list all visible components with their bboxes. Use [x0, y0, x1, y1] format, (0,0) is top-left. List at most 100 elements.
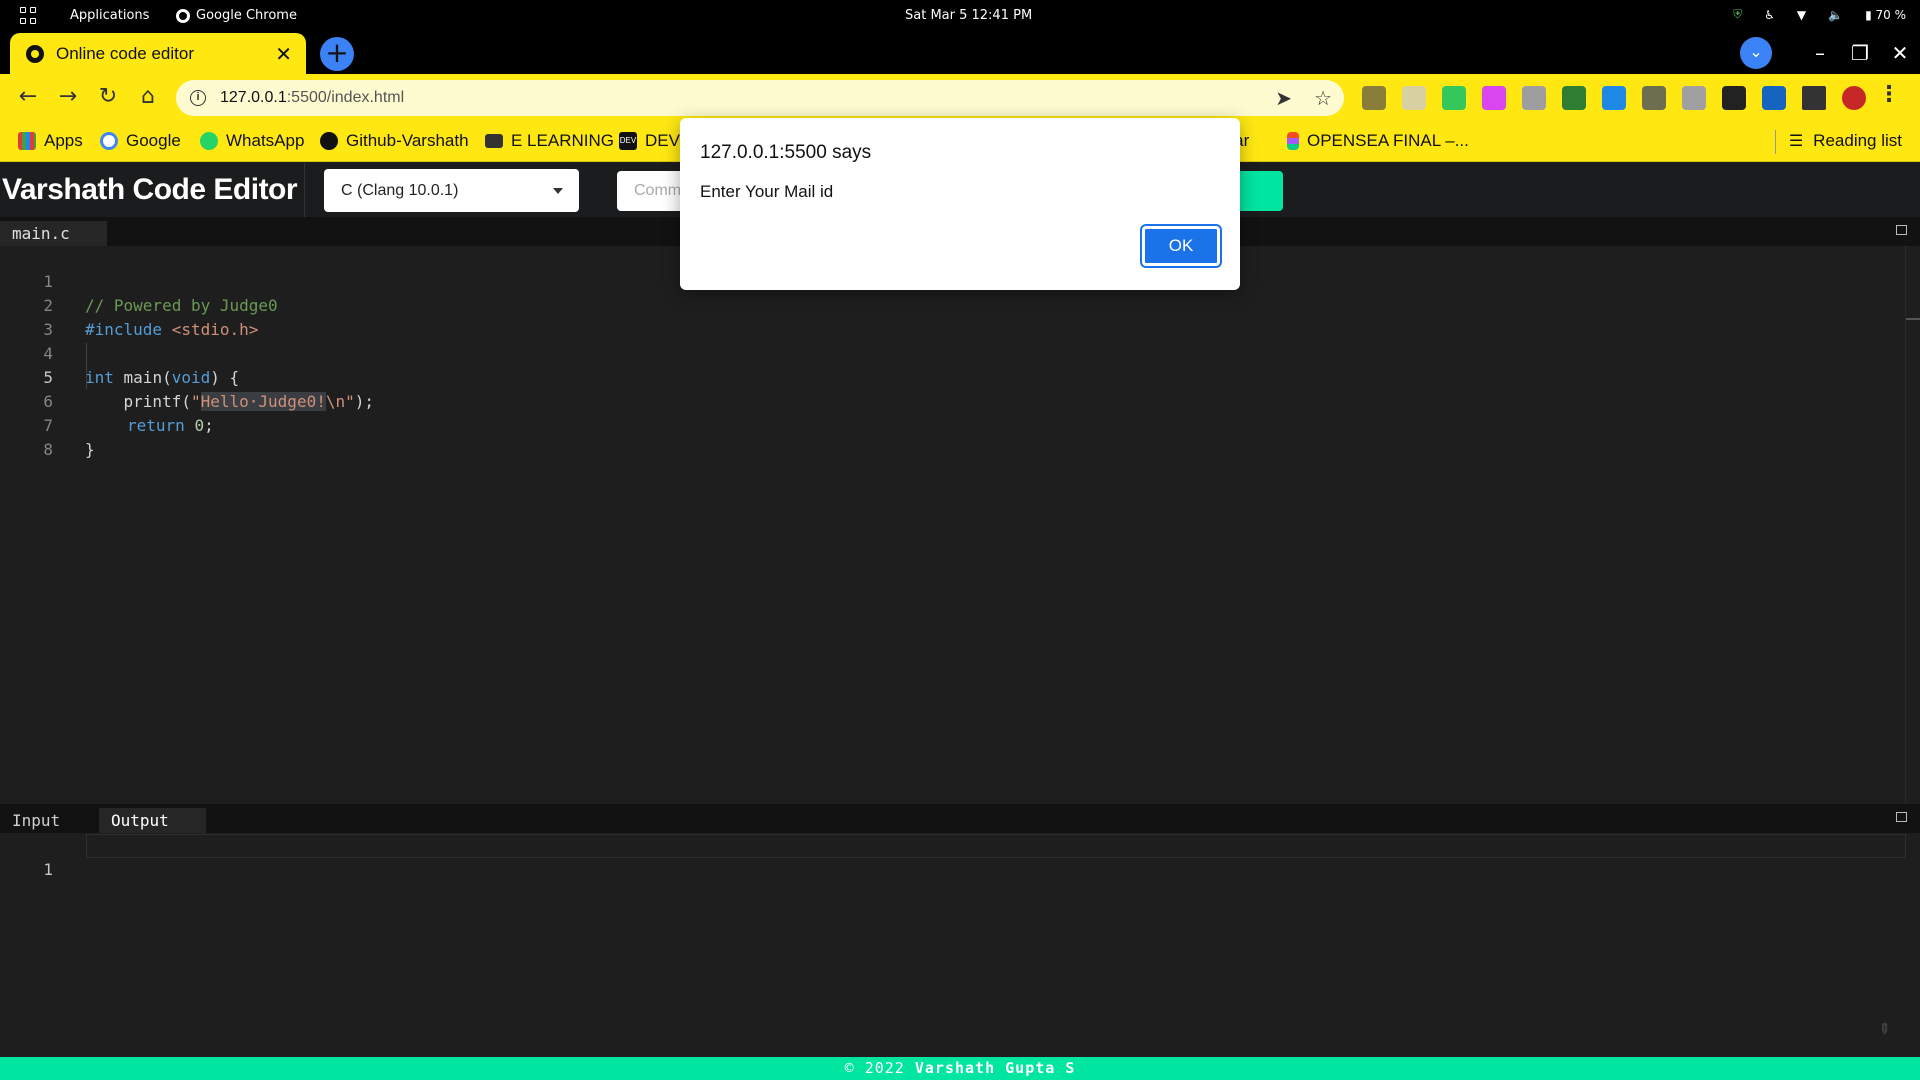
line-content: int main(void) {	[85, 366, 239, 390]
browser-toolbar: ← → ↻ ⌂ i 127.0.0.1:5500/index.html ➤ ☆ …	[0, 74, 1920, 122]
bookmark-google[interactable]: Google	[100, 131, 181, 151]
reading-list-label: Reading list	[1813, 131, 1902, 150]
line-content: printf("Hello·Judge0!\n");	[85, 390, 374, 414]
home-button[interactable]: ⌂	[134, 84, 162, 109]
ok-button[interactable]: OK	[1140, 224, 1222, 268]
string-token: "	[190, 392, 201, 411]
clock[interactable]: Sat Mar 5 12:41 PM	[905, 8, 1032, 23]
window-controls: ⌄ – ❐ ✕	[1740, 31, 1920, 74]
extension-terminal-icon[interactable]	[1642, 86, 1666, 110]
browser-tab-active[interactable]: Online code editor ✕	[10, 33, 306, 74]
app-title: Varshath Code Editor	[2, 173, 298, 206]
forward-button[interactable]: →	[54, 84, 82, 109]
close-window-icon[interactable]: ✕	[1880, 41, 1920, 65]
bookmark-whatsapp[interactable]: WhatsApp	[200, 131, 304, 151]
new-tab-button[interactable]: +	[320, 37, 354, 71]
github-icon	[320, 132, 338, 150]
bookmark-dev[interactable]: DEV DEV	[619, 131, 680, 151]
restore-icon[interactable]: ❐	[1840, 41, 1880, 65]
editor-scrollbar[interactable]	[1905, 246, 1906, 804]
keyword-token: #include	[85, 320, 163, 339]
tab-output[interactable]: Output	[99, 808, 206, 833]
extension-p-icon[interactable]	[1762, 86, 1786, 110]
bookmark-opensea[interactable]: OPENSEA FINAL –...	[1287, 131, 1469, 151]
extension-paint-icon[interactable]	[1482, 86, 1506, 110]
string-token: \n"	[325, 392, 355, 411]
tab-search-button[interactable]: ⌄	[1740, 36, 1772, 69]
shield-icon[interactable]: ⛨	[1733, 7, 1742, 22]
maximize-icon[interactable]	[1896, 225, 1907, 235]
dialog-title: 127.0.0.1:5500 says	[700, 142, 872, 163]
maximize-io-icon[interactable]	[1896, 812, 1907, 822]
accessibility-icon[interactable]: ♿	[1764, 8, 1775, 22]
number-token: 0	[194, 416, 205, 435]
reading-list-button[interactable]: ☰ Reading list	[1789, 131, 1902, 151]
bookmark-label: OPENSEA FINAL –...	[1307, 131, 1469, 150]
extension-gear-icon[interactable]	[1682, 86, 1706, 110]
extension-check-icon[interactable]	[1722, 86, 1746, 110]
scrollbar-marker	[1906, 318, 1920, 320]
tab-favicon-icon	[26, 44, 44, 63]
reload-button[interactable]: ↻	[94, 84, 122, 109]
active-app-indicator[interactable]: Google Chrome	[176, 8, 297, 23]
address-bar[interactable]: i 127.0.0.1:5500/index.html ➤ ☆	[176, 80, 1344, 116]
bookmark-label: Github-Varshath	[346, 131, 469, 150]
wifi-icon[interactable]: ▼	[1797, 8, 1806, 22]
bookmark-label: WhatsApp	[226, 131, 305, 150]
app-grid-icon[interactable]	[20, 7, 38, 25]
dialog-message: Enter Your Mail id	[700, 182, 834, 201]
indent-guide	[86, 343, 87, 389]
battery-percent: 70 %	[1875, 7, 1907, 22]
output-line: 1	[0, 834, 53, 879]
io-tab-bar: Input Output	[0, 804, 1920, 833]
language-select[interactable]: C (Clang 10.0.1)	[324, 169, 579, 212]
browser-menu-icon[interactable]: ⋮	[1878, 82, 1900, 107]
reading-list-icon: ☰	[1788, 133, 1804, 150]
line-number: 8	[43, 440, 53, 459]
tab-strip: Online code editor ✕ + ⌄ – ❐ ✕	[0, 31, 1920, 74]
language-select-value: C (Clang 10.0.1)	[341, 181, 459, 199]
site-info-icon[interactable]: i	[190, 90, 206, 106]
keyword-token: int	[85, 368, 114, 387]
extension-mail-icon[interactable]	[1402, 86, 1426, 110]
tab-main-c[interactable]: main.c	[0, 221, 107, 246]
extensions-puzzle-icon[interactable]	[1802, 86, 1826, 110]
bookmark-github[interactable]: Github-Varshath	[320, 131, 469, 151]
code-line: 2 #include <stdio.h>	[0, 270, 258, 339]
extension-fi-icon[interactable]	[1602, 86, 1626, 110]
close-tab-icon[interactable]: ✕	[275, 42, 292, 67]
bookmark-apps[interactable]: Apps	[18, 131, 83, 151]
volume-icon[interactable]: 🔈	[1828, 8, 1843, 22]
code-line: 7 }	[0, 390, 94, 459]
extension-eyedropper-icon[interactable]	[1362, 86, 1386, 110]
apps-grid-icon	[18, 132, 36, 150]
applications-menu[interactable]: Applications	[70, 8, 149, 23]
output-editor[interactable]: 1 ✎	[0, 833, 1920, 1057]
whatsapp-icon	[200, 132, 218, 150]
code-line: 3	[0, 294, 53, 339]
tab-input[interactable]: Input	[0, 808, 98, 833]
minimize-icon[interactable]: –	[1800, 41, 1840, 65]
plain-token: printf(	[85, 392, 191, 411]
extension-camera-icon[interactable]	[1522, 86, 1546, 110]
google-icon	[100, 132, 118, 150]
os-top-bar: Applications Google Chrome Sat Mar 5 12:…	[0, 0, 1920, 31]
folder-icon	[485, 134, 503, 148]
keyword-token: void	[171, 368, 211, 387]
bookmark-elearning[interactable]: E LEARNING	[485, 131, 614, 151]
back-button[interactable]: ←	[14, 84, 42, 109]
send-icon[interactable]: ➤	[1275, 86, 1292, 111]
system-tray[interactable]: ⛨ ♿ ▼ 🔈 ▮ 70 %	[1733, 7, 1906, 22]
battery-indicator[interactable]: ▮ 70 %	[1865, 8, 1906, 22]
line-number: 1	[43, 860, 53, 879]
plain-token: main(	[113, 368, 172, 387]
bookmark-star-icon[interactable]: ☆	[1314, 86, 1332, 111]
extension-bird-icon[interactable]	[1442, 86, 1466, 110]
dev-icon: DEV	[619, 132, 637, 150]
plain-token: );	[354, 392, 375, 411]
extension-bw-icon[interactable]	[1562, 86, 1586, 110]
url-host: 127.0.0.1	[220, 89, 287, 106]
battery-icon: ▮	[1865, 7, 1872, 22]
code-editor[interactable]: 1 // Powered by Judge0 2 #include <stdio…	[0, 246, 1920, 804]
profile-avatar[interactable]	[1842, 86, 1866, 110]
